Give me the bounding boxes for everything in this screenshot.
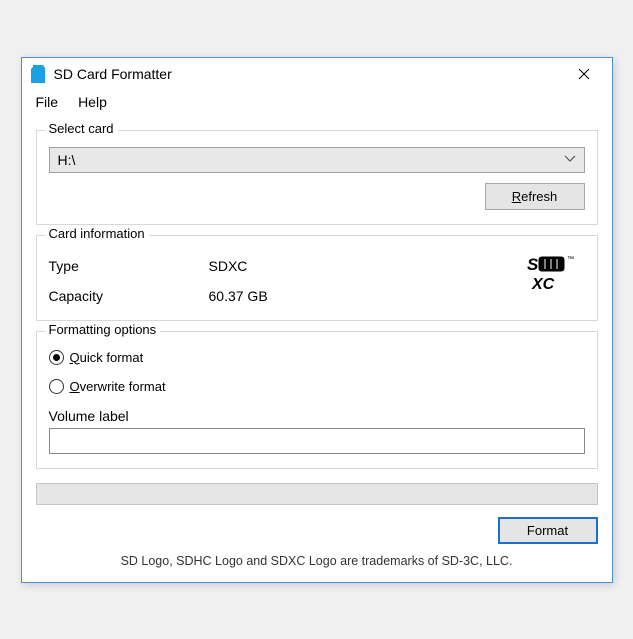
window-title: SD Card Formatter [54,66,564,82]
card-info-legend: Card information [45,226,149,241]
refresh-button[interactable]: Refresh [485,183,585,210]
type-label: Type [49,258,209,274]
capacity-value: 60.37 GB [209,288,268,304]
card-info-group: Card information Type SDXC Capacity 60.3… [36,235,598,321]
close-icon [578,68,590,80]
type-value: SDXC [209,258,248,274]
formatting-legend: Formatting options [45,322,161,337]
titlebar: SD Card Formatter [22,58,612,90]
svg-text:S: S [527,255,539,274]
menubar: File Help [22,90,612,116]
overwrite-format-radio[interactable]: Overwrite format [49,379,585,394]
footer-text: SD Logo, SDHC Logo and SDXC Logo are tra… [36,554,598,574]
quick-format-label: Quick format [70,350,144,365]
svg-text:™: ™ [567,256,574,263]
menu-help[interactable]: Help [70,92,115,112]
app-icon [30,64,46,84]
close-button[interactable] [564,60,604,88]
overwrite-format-label: Overwrite format [70,379,166,394]
app-window: SD Card Formatter File Help Select card … [21,57,613,583]
menu-file[interactable]: File [28,92,67,112]
svg-text:XC: XC [531,276,555,292]
content-area: Select card H:\ Refresh Card information… [22,116,612,582]
capacity-label: Capacity [49,288,209,304]
radio-icon-checked [49,350,64,365]
quick-format-radio[interactable]: Quick format [49,350,585,365]
progress-bar [36,483,598,505]
select-card-legend: Select card [45,121,118,136]
card-dropdown-value: H:\ [58,152,564,168]
volume-label-caption: Volume label [49,408,585,424]
radio-icon-unchecked [49,379,64,394]
formatting-options-group: Formatting options Quick format Overwrit… [36,331,598,469]
volume-label-input[interactable] [49,428,585,454]
chevron-down-icon [564,154,576,166]
format-button[interactable]: Format [498,517,598,544]
sdxc-logo-icon: S ™ XC [527,254,581,295]
card-dropdown[interactable]: H:\ [49,147,585,173]
select-card-group: Select card H:\ Refresh [36,130,598,225]
